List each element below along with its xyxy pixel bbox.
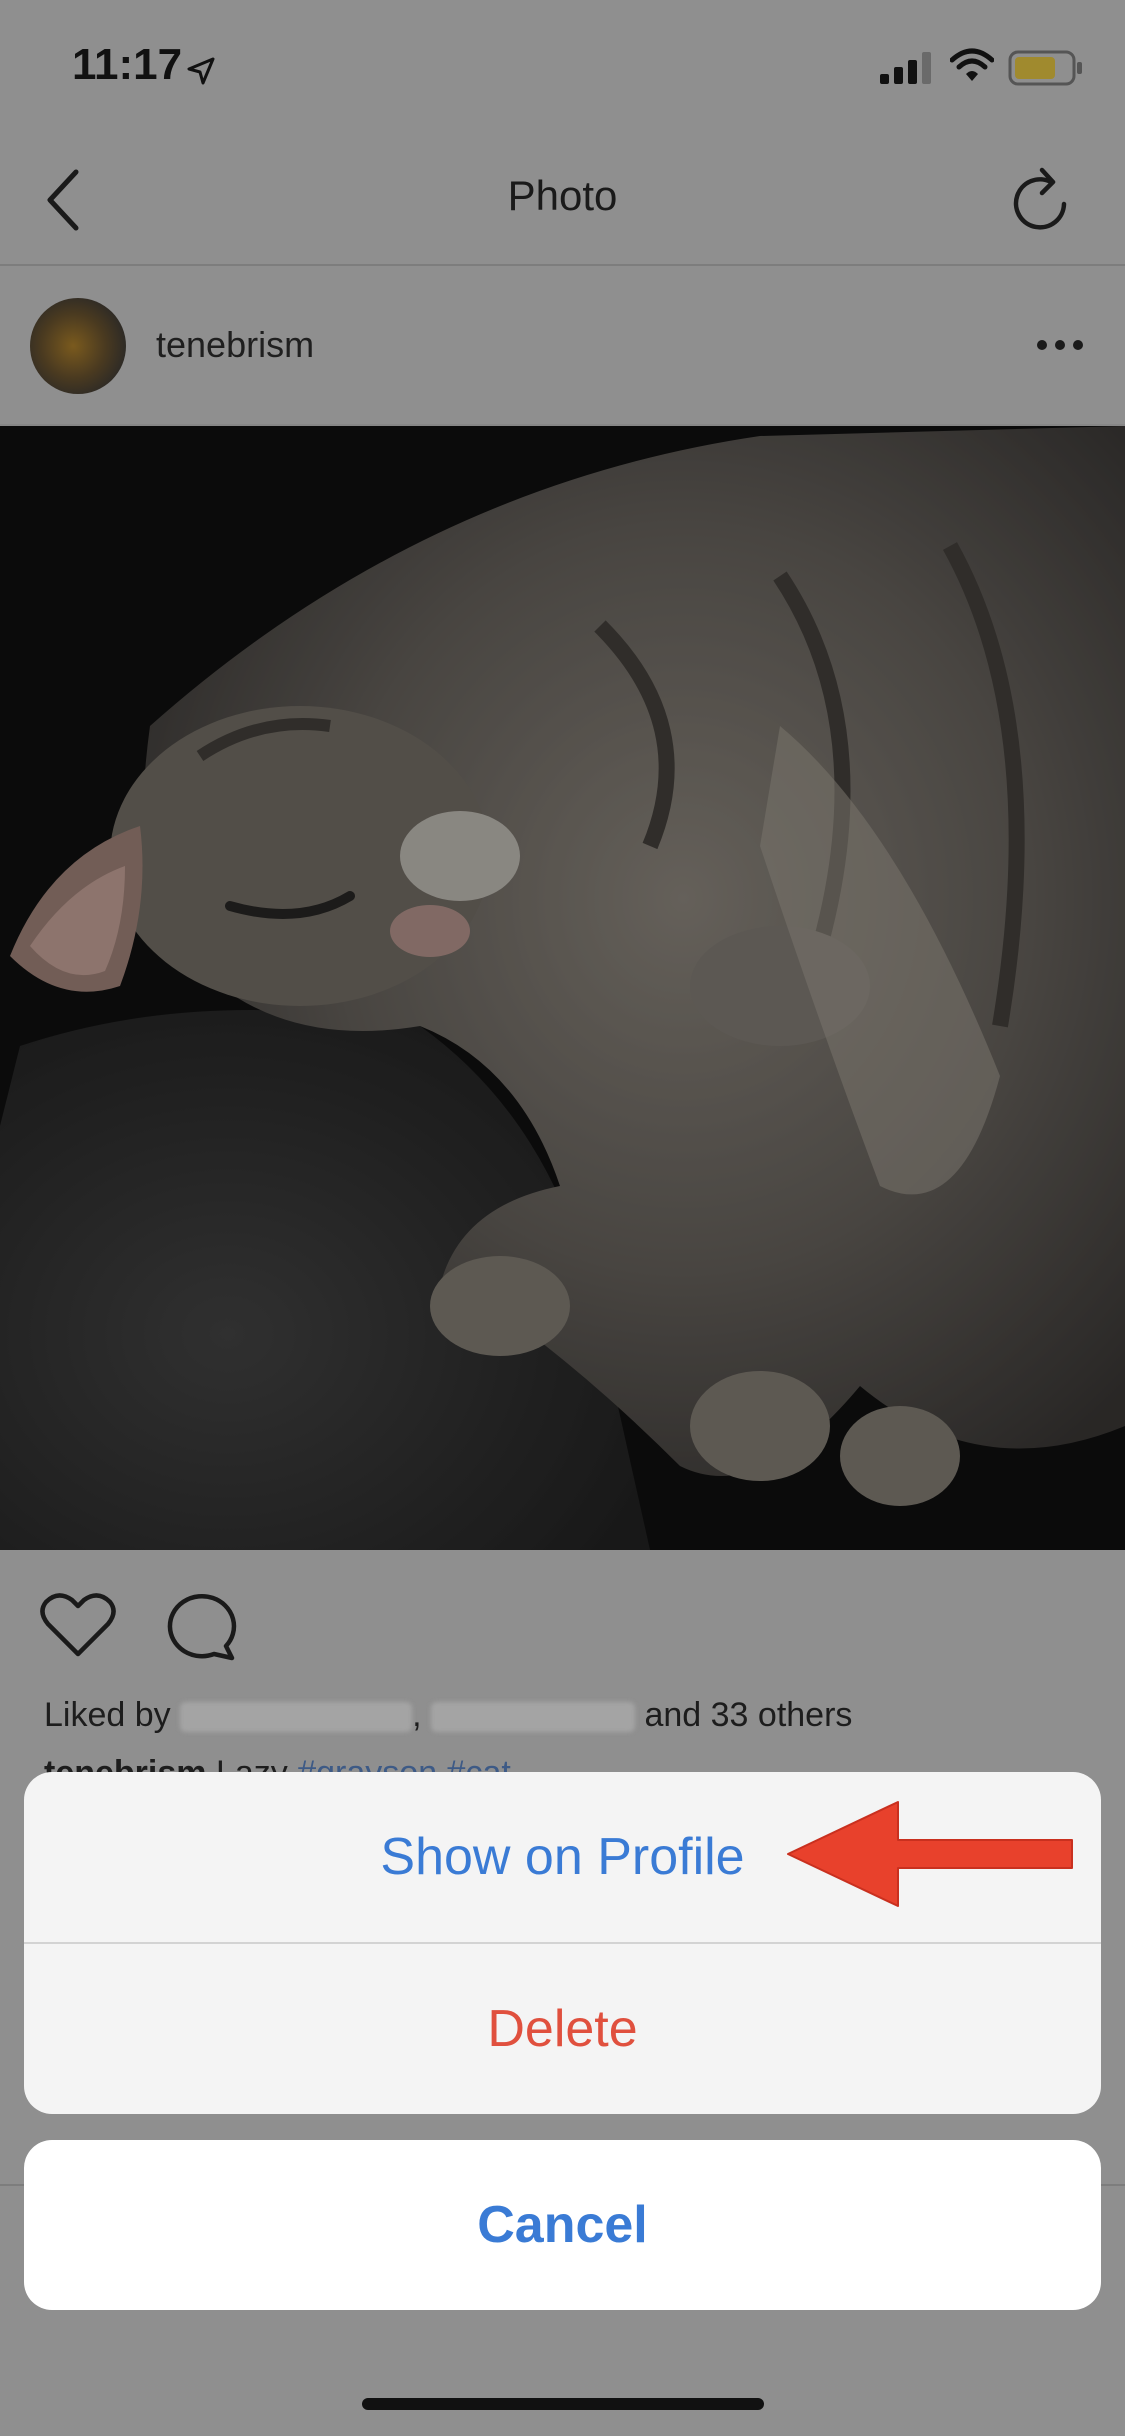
home-indicator[interactable] — [362, 2398, 764, 2410]
post-photo[interactable] — [0, 426, 1125, 1550]
wifi-icon — [950, 48, 994, 81]
cellular-signal-icon — [880, 52, 931, 84]
comment-bubble-icon[interactable] — [160, 1588, 240, 1664]
likes-separator: , — [412, 1696, 422, 1734]
likes-summary: Liked by , and 33 others — [44, 1696, 852, 1735]
likes-prefix: Liked by — [44, 1696, 171, 1734]
nav-divider — [0, 264, 1125, 266]
heart-like-icon[interactable] — [38, 1590, 118, 1660]
more-options-icon[interactable] — [1030, 330, 1090, 360]
likes-suffix: and — [644, 1696, 702, 1734]
post-username[interactable]: tenebrism — [156, 324, 314, 366]
refresh-icon[interactable] — [1006, 162, 1076, 242]
avatar[interactable] — [30, 298, 126, 394]
delete-button[interactable]: Delete — [24, 1944, 1101, 2114]
location-arrow-icon — [187, 57, 215, 85]
blurred-username — [431, 1702, 635, 1733]
annotation-arrow-icon — [787, 1801, 1073, 1907]
page-title: Photo — [507, 172, 618, 219]
cancel-button[interactable]: Cancel — [24, 2140, 1101, 2310]
likes-count[interactable]: 33 others — [711, 1696, 853, 1734]
cat-photo-image — [0, 426, 1125, 1550]
battery-icon — [1008, 50, 1082, 86]
blurred-username — [180, 1702, 413, 1733]
status-time: 11:17 — [72, 40, 183, 89]
